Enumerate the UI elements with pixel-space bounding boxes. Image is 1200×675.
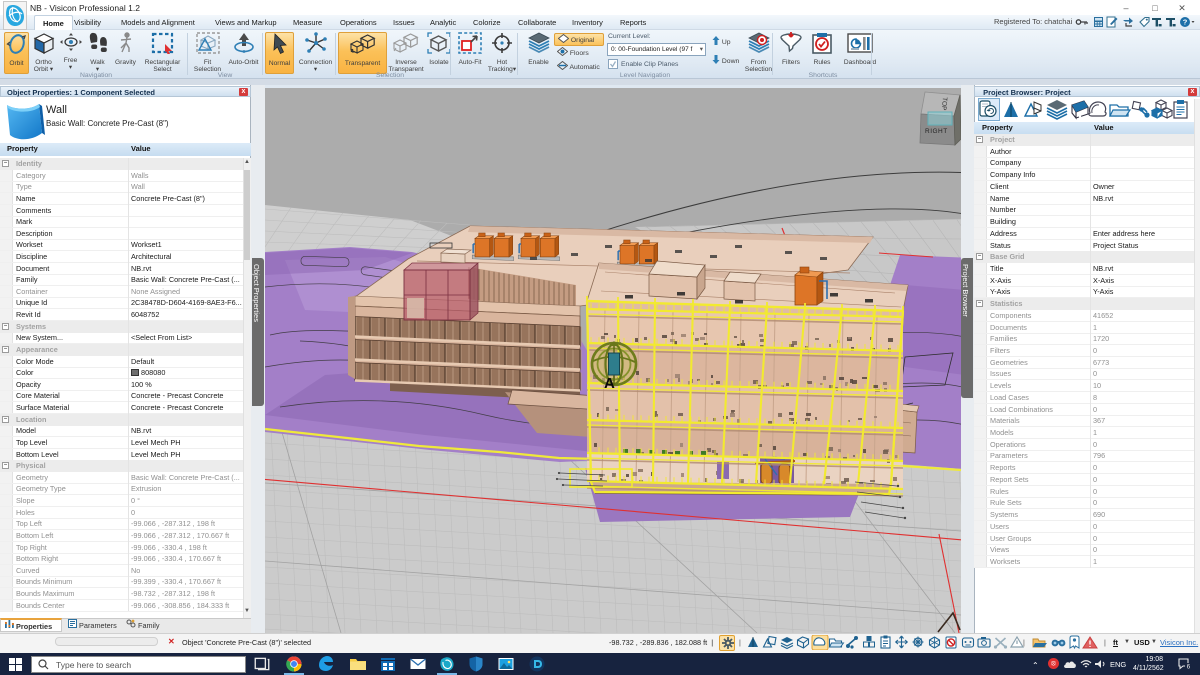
svg-text:RIGHT: RIGHT: [925, 128, 948, 135]
svg-text:TOP: TOP: [940, 97, 948, 111]
svg-text:A: A: [604, 375, 615, 392]
svg-text:?: ?: [1183, 18, 1188, 27]
svg-text:6: 6: [1187, 664, 1191, 670]
